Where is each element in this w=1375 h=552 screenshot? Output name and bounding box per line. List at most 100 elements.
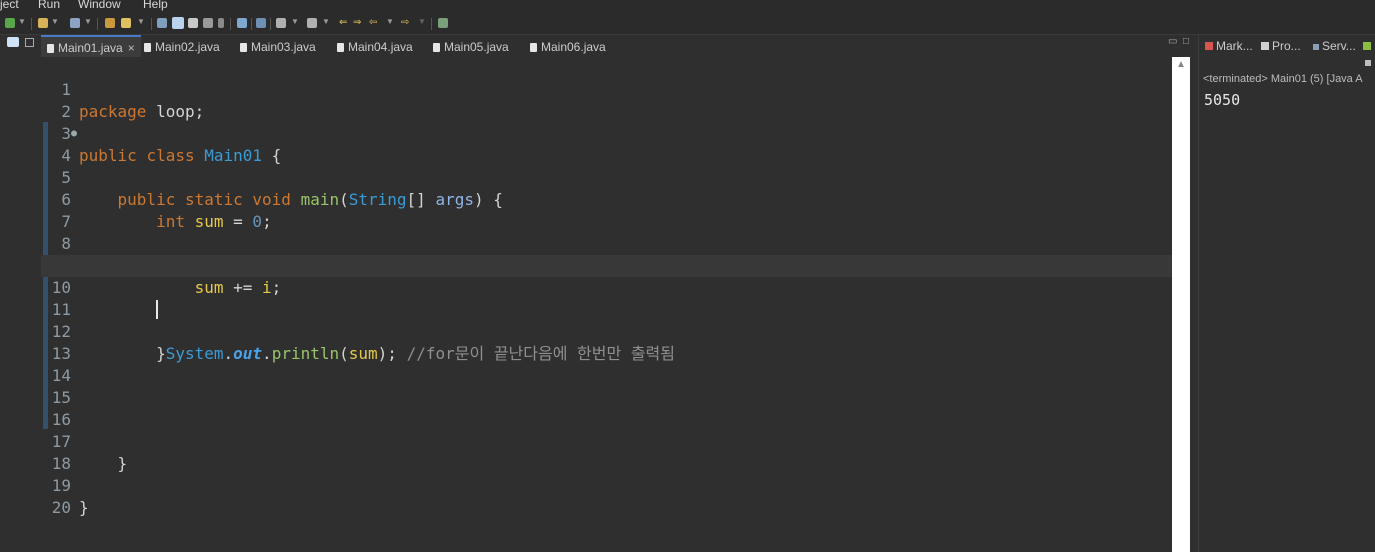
- search-icon[interactable]: [157, 18, 167, 28]
- java-file-icon: [240, 43, 247, 52]
- console-output: 5050: [1204, 91, 1241, 109]
- console-status: <terminated> Main01 (5) [Java A: [1203, 73, 1363, 85]
- servers-icon: [1313, 44, 1319, 50]
- code-line: 19 }: [41, 453, 1172, 517]
- code-line: 15: [41, 365, 1172, 407]
- back-icon[interactable]: ⇦: [369, 17, 377, 28]
- tab-label: Main02.java: [155, 40, 220, 54]
- whitespace-icon[interactable]: [203, 18, 213, 28]
- maximize-icon[interactable]: [25, 38, 34, 47]
- code-line: 13: [41, 321, 1172, 363]
- editor-vertical-scrollbar[interactable]: ▲: [1172, 57, 1190, 552]
- forward-icon[interactable]: ⇨: [401, 17, 409, 28]
- tab-main03[interactable]: Main03.java: [234, 37, 316, 57]
- current-line[interactable]: 10: [41, 255, 1172, 319]
- scroll-up-icon[interactable]: ▲: [1176, 59, 1186, 70]
- menu-help[interactable]: Help: [143, 0, 168, 10]
- tab-main06[interactable]: Main06.java: [524, 37, 606, 57]
- markers-icon: [1205, 42, 1213, 50]
- perspective-icon[interactable]: [438, 18, 448, 28]
- forward-edit-icon[interactable]: ⇒: [353, 17, 361, 28]
- token: }: [79, 498, 89, 517]
- toolbar-separator: [230, 18, 231, 30]
- restore-icon[interactable]: [7, 37, 19, 47]
- code-line: 11: [41, 277, 1172, 319]
- fold-marker-icon[interactable]: ●: [71, 123, 77, 145]
- dropdown-caret-icon[interactable]: ▼: [291, 17, 299, 26]
- properties-icon: [1261, 42, 1269, 50]
- tab-label: Main05.java: [444, 40, 509, 54]
- back-edit-icon[interactable]: ⇐: [339, 17, 347, 28]
- code-line: 4 ● public static void main(String[] arg…: [41, 123, 1172, 209]
- code-line: 16: [41, 387, 1172, 429]
- left-trim-stack: [0, 35, 42, 552]
- tab-main01[interactable]: Main01.java ×: [41, 35, 141, 59]
- dropdown-caret-icon[interactable]: ▼: [18, 17, 26, 26]
- line-number: 20: [51, 498, 71, 517]
- link-icon[interactable]: [256, 18, 266, 28]
- editor-tab-bar: Main01.java × Main02.java Main03.java Mai…: [41, 35, 1196, 59]
- tab-label: Main04.java: [348, 40, 413, 54]
- dropdown-caret-icon[interactable]: ▼: [137, 17, 145, 26]
- tab-label: Main01.java: [58, 41, 123, 55]
- dropdown-caret-icon[interactable]: ▼: [322, 17, 330, 26]
- folder-icon[interactable]: [105, 18, 115, 28]
- tab-label: Pro...: [1272, 39, 1301, 53]
- maximize-icon[interactable]: □: [1183, 36, 1189, 47]
- code-line: 20: [41, 475, 1172, 517]
- server-icon[interactable]: [70, 18, 80, 28]
- dropdown-caret-icon[interactable]: ▼: [386, 17, 394, 26]
- toolbar-separator: [270, 18, 271, 30]
- tab-label: Mark...: [1216, 39, 1253, 53]
- tab-properties[interactable]: Pro...: [1261, 39, 1301, 53]
- code-line: 9 sum += i;: [41, 233, 1172, 297]
- tab-main04[interactable]: Main04.java: [331, 37, 413, 57]
- code-line: 8 for ( int i=0; i<=100; i++ ) {: [41, 211, 1172, 275]
- code-line: 5: [41, 145, 1172, 187]
- data-source-icon: [1363, 42, 1371, 50]
- code-line: 17 }: [41, 409, 1172, 473]
- tab-servers[interactable]: Serv...: [1313, 39, 1356, 53]
- tab-label: Serv...: [1322, 39, 1356, 53]
- tab-main05[interactable]: Main05.java: [427, 37, 509, 57]
- java-file-icon: [433, 43, 440, 52]
- dropdown-caret-icon[interactable]: ▼: [84, 17, 92, 26]
- menu-window[interactable]: Window: [78, 0, 121, 10]
- prev-annotation-icon[interactable]: [307, 18, 317, 28]
- view-tab-bar: Mark... Pro... Serv...: [1199, 35, 1375, 57]
- toggle-mark-icon[interactable]: [172, 17, 184, 29]
- java-file-icon: [47, 44, 54, 53]
- toolbar-separator: [97, 18, 98, 30]
- dropdown-caret-icon[interactable]: ▼: [51, 17, 59, 26]
- terminate-icon[interactable]: [1365, 60, 1371, 66]
- pilcrow-icon[interactable]: [218, 18, 224, 28]
- tab-overflow[interactable]: [1363, 39, 1374, 53]
- code-line: 7: [41, 189, 1172, 231]
- menu-project[interactable]: ject: [0, 0, 19, 10]
- toolbar-separator: [251, 18, 252, 30]
- dropdown-caret-icon[interactable]: ▼: [418, 17, 426, 26]
- new-icon[interactable]: [5, 18, 15, 28]
- toolbar: ▼ ▼ ▼ ▼ ▼ ▼ ⇐ ⇒ ⇦ ▼ ⇨ ▼: [0, 14, 1375, 35]
- globe-icon[interactable]: [237, 18, 247, 28]
- tab-main02[interactable]: Main02.java: [138, 37, 220, 57]
- close-icon[interactable]: ×: [128, 41, 135, 55]
- menu-bar: ject Run Window Help: [0, 0, 1375, 14]
- code-line: 18: [41, 431, 1172, 473]
- next-annotation-icon[interactable]: [276, 18, 286, 28]
- minimize-icon[interactable]: ▭: [1168, 36, 1177, 47]
- toolbar-separator: [151, 18, 152, 30]
- block-select-icon[interactable]: [188, 18, 198, 28]
- code-editor[interactable]: 1 package loop; 2 3 public class Main01 …: [41, 57, 1172, 552]
- toolbar-separator: [31, 18, 32, 30]
- code-line: 3 public class Main01 {: [41, 101, 1172, 165]
- code-line: 1 package loop;: [41, 57, 1172, 121]
- menu-run[interactable]: Run: [38, 0, 60, 10]
- console-view: Mark... Pro... Serv... <terminated> Main…: [1198, 35, 1375, 552]
- brush-icon[interactable]: [121, 18, 131, 28]
- java-file-icon: [144, 43, 151, 52]
- code-line: 14: [41, 343, 1172, 385]
- open-project-icon[interactable]: [38, 18, 48, 28]
- tab-markers[interactable]: Mark...: [1205, 39, 1253, 53]
- java-file-icon: [530, 43, 537, 52]
